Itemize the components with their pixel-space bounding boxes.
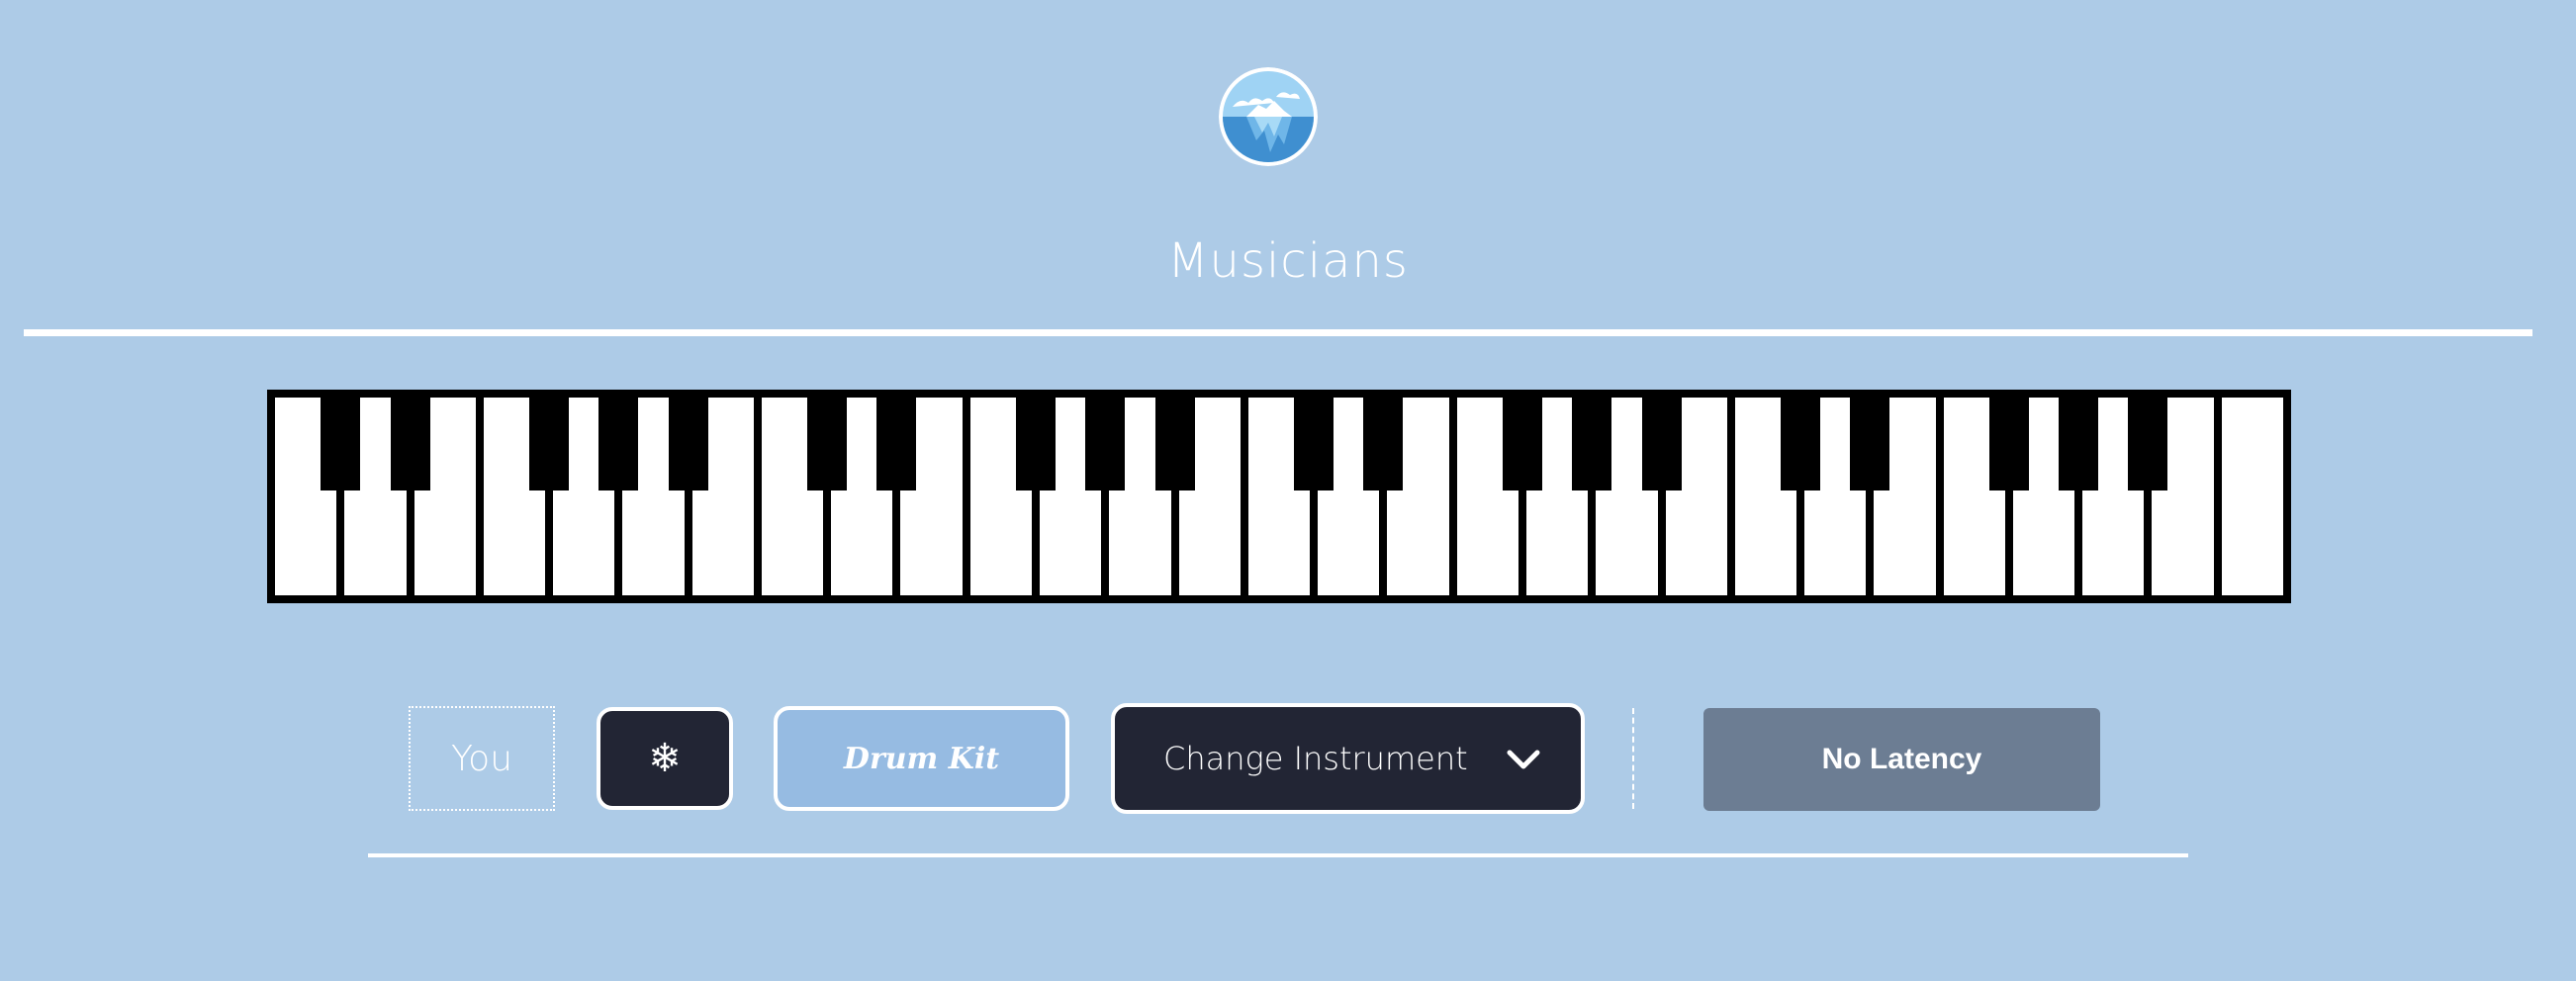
piano-black-key[interactable] — [1781, 398, 1821, 490]
snowflake-icon: ❄ — [648, 737, 682, 780]
header-divider — [24, 329, 2532, 336]
change-instrument-select[interactable]: Change Instrument — [1111, 703, 1585, 814]
chevron-down-icon — [1507, 750, 1540, 769]
piano-black-key[interactable] — [1016, 398, 1057, 490]
piano-black-key[interactable] — [1572, 398, 1612, 490]
change-instrument-label: Change Instrument — [1163, 740, 1468, 777]
piano-black-key[interactable] — [529, 398, 570, 490]
piano-black-key[interactable] — [1641, 398, 1682, 490]
piano-black-key[interactable] — [807, 398, 848, 490]
piano-black-key[interactable] — [390, 398, 430, 490]
piano-black-key[interactable] — [668, 398, 708, 490]
piano-black-key[interactable] — [1850, 398, 1890, 490]
controls-divider — [1632, 708, 1634, 809]
piano-black-key[interactable] — [1085, 398, 1126, 490]
piano-keyboard[interactable] — [267, 390, 2291, 603]
player-name-label: You — [409, 706, 555, 811]
piano-black-key[interactable] — [321, 398, 361, 490]
piano-white-key[interactable] — [2221, 398, 2283, 595]
piano-black-key[interactable] — [1988, 398, 2029, 490]
piano-black-key[interactable] — [1363, 398, 1404, 490]
footer-divider — [368, 853, 2188, 857]
piano-black-key[interactable] — [1294, 398, 1334, 490]
piano-black-key[interactable] — [2128, 398, 2168, 490]
piano-black-key[interactable] — [876, 398, 917, 490]
iceberg-logo-icon — [1219, 67, 1318, 166]
piano-black-key[interactable] — [598, 398, 639, 490]
piano-black-key[interactable] — [1154, 398, 1195, 490]
drum-kit-button[interactable]: Drum Kit — [774, 706, 1069, 811]
freeze-button[interactable]: ❄ — [597, 707, 733, 810]
no-latency-button[interactable]: No Latency — [1703, 708, 2100, 811]
piano-black-key[interactable] — [2059, 398, 2099, 490]
piano-black-key[interactable] — [1502, 398, 1542, 490]
page-title: Musicians — [1167, 233, 1409, 289]
